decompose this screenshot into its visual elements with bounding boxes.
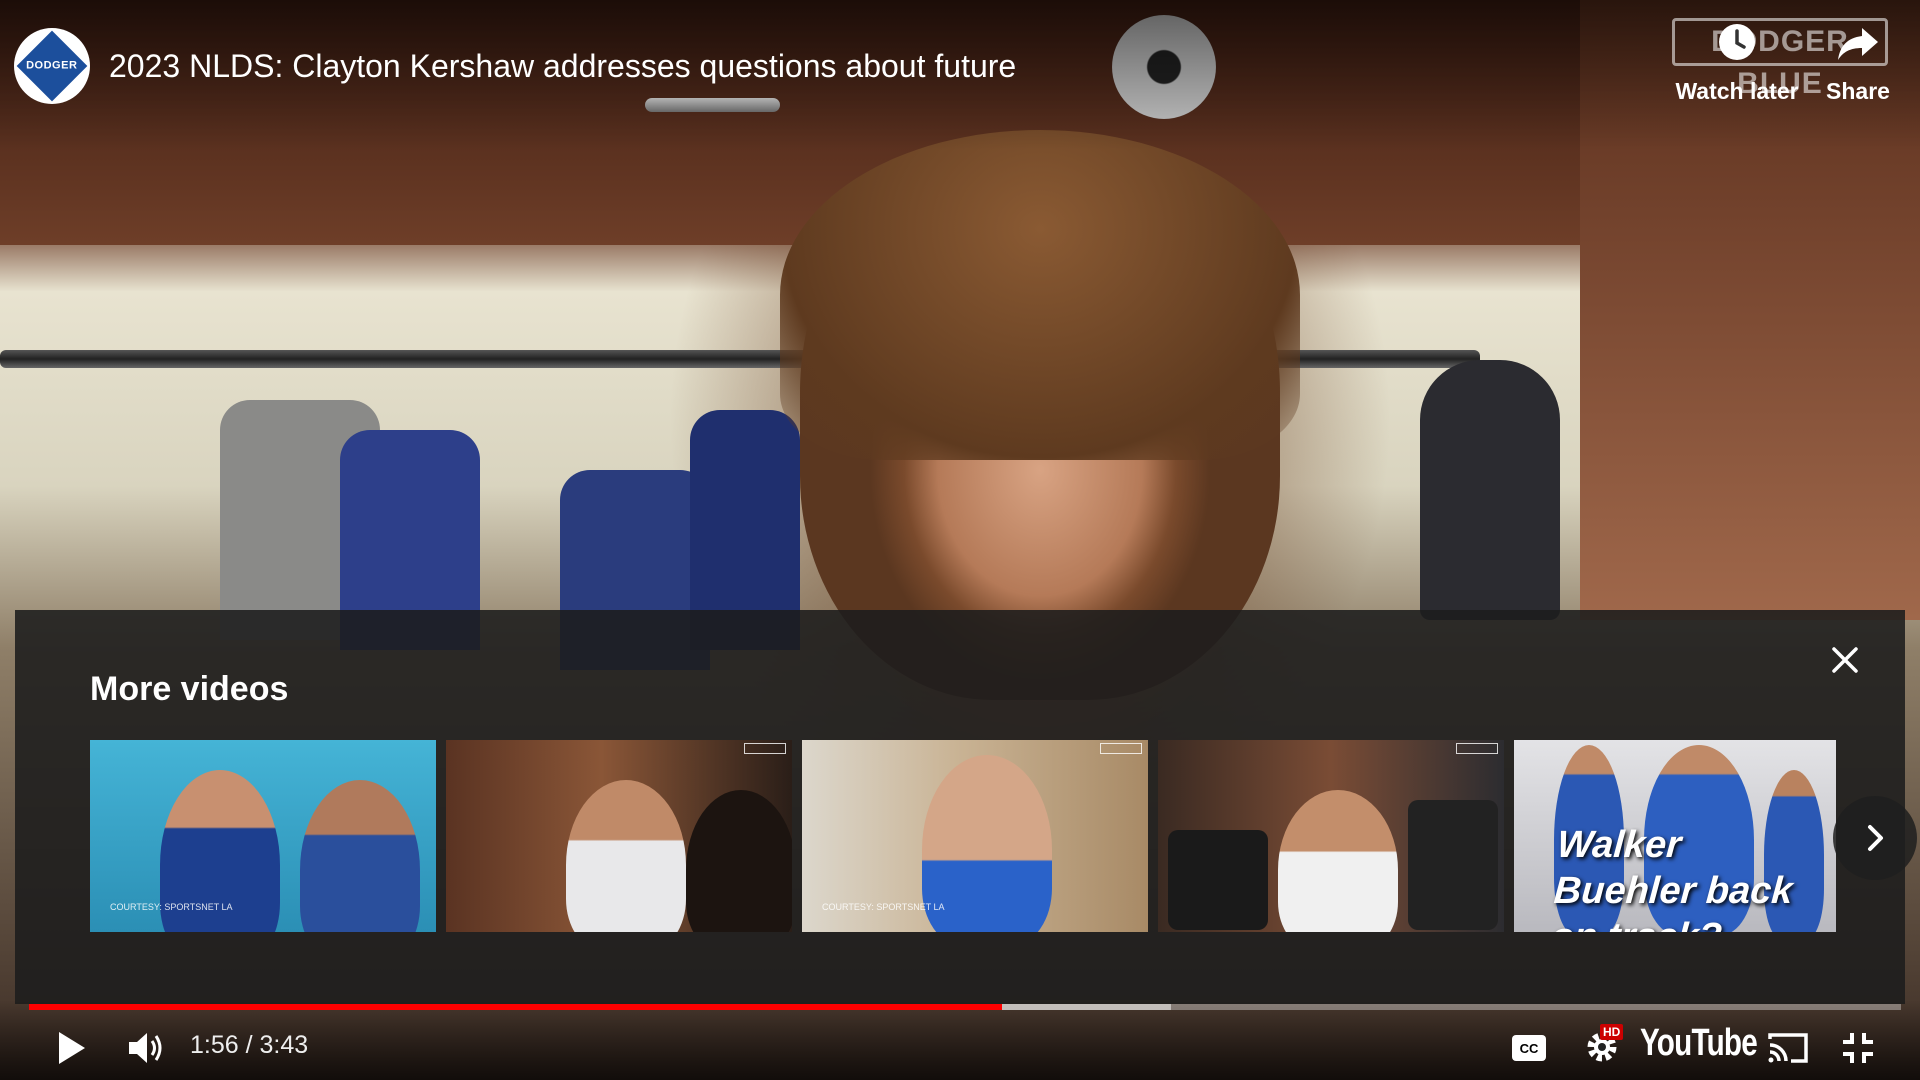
cast-button[interactable] (1766, 1030, 1810, 1066)
person-figure (1278, 790, 1398, 932)
video-thumbnail[interactable]: Walker Buehler back on track? (1514, 740, 1836, 932)
captions-button[interactable]: CC (1510, 1032, 1548, 1064)
video-thumbnail[interactable] (446, 740, 792, 932)
chevron-right-icon (1868, 825, 1883, 851)
settings-button[interactable]: HD (1580, 1024, 1624, 1068)
carousel-next-button[interactable] (1833, 796, 1917, 880)
close-icon (1832, 647, 1858, 673)
time-display: 1:56 / 3:43 (190, 1031, 309, 1059)
hanging-cap (1420, 360, 1560, 620)
video-thumbnail[interactable]: COURTESY: SPORTSNET LA (802, 740, 1148, 932)
camera-figure (1168, 830, 1268, 930)
played-fill (29, 1004, 1003, 1010)
thumbnail-watermark (1456, 743, 1498, 754)
video-thumbnail[interactable]: COURTESY: SPORTSNET LA (90, 740, 436, 932)
dodger-blue-logo-icon: DODGER (16, 30, 88, 102)
volume-icon (129, 1033, 162, 1063)
video-title[interactable]: 2023 NLDS: Clayton Kershaw addresses que… (109, 48, 1016, 85)
cast-icon (1768, 1033, 1808, 1063)
thumbnail-watermark (1100, 743, 1142, 754)
more-videos-panel: More videos COURTESY: SPORTSNET LA COURT… (15, 610, 1917, 1004)
thumbnail-credit: COURTESY: SPORTSNET LA (110, 902, 233, 912)
camera-figure (1408, 800, 1498, 930)
more-videos-title: More videos (90, 670, 289, 708)
share-button[interactable]: Share (1788, 18, 1920, 105)
hd-badge: HD (1600, 1024, 1624, 1040)
play-button[interactable] (52, 1028, 92, 1068)
exit-fullscreen-button[interactable] (1838, 1030, 1878, 1066)
channel-logo-text: DODGER (26, 60, 78, 72)
play-icon (59, 1032, 85, 1064)
thumbnail-credit: COURTESY: SPORTSNET LA (822, 902, 945, 912)
clock-icon (1713, 18, 1761, 66)
youtube-logo[interactable]: YouTube (1640, 1022, 1758, 1065)
svg-text:CC: CC (1520, 1041, 1539, 1056)
watch-later-button[interactable]: Watch later (1667, 18, 1807, 105)
person-figure (566, 780, 686, 932)
channel-avatar[interactable]: DODGER (14, 28, 90, 104)
thumbnail-overlay-text: Walker Buehler back on track? (1549, 824, 1795, 932)
close-more-videos-button[interactable] (1825, 640, 1865, 680)
exit-fullscreen-icon (1843, 1033, 1873, 1063)
person-figure (300, 780, 420, 932)
thumbnail-watermark (744, 743, 786, 754)
speaker-hair (780, 130, 1300, 460)
video-thumbnail[interactable] (1158, 740, 1504, 932)
watch-later-label: Watch later (1675, 78, 1799, 104)
share-label: Share (1826, 78, 1890, 104)
progress-bar[interactable] (29, 1004, 1901, 1010)
person-figure (686, 790, 792, 932)
share-arrow-icon (1834, 18, 1882, 66)
closed-captions-icon: CC (1512, 1035, 1546, 1061)
more-videos-carousel: COURTESY: SPORTSNET LA COURTESY: SPORTSN… (90, 740, 1850, 932)
mute-button[interactable] (125, 1028, 169, 1068)
